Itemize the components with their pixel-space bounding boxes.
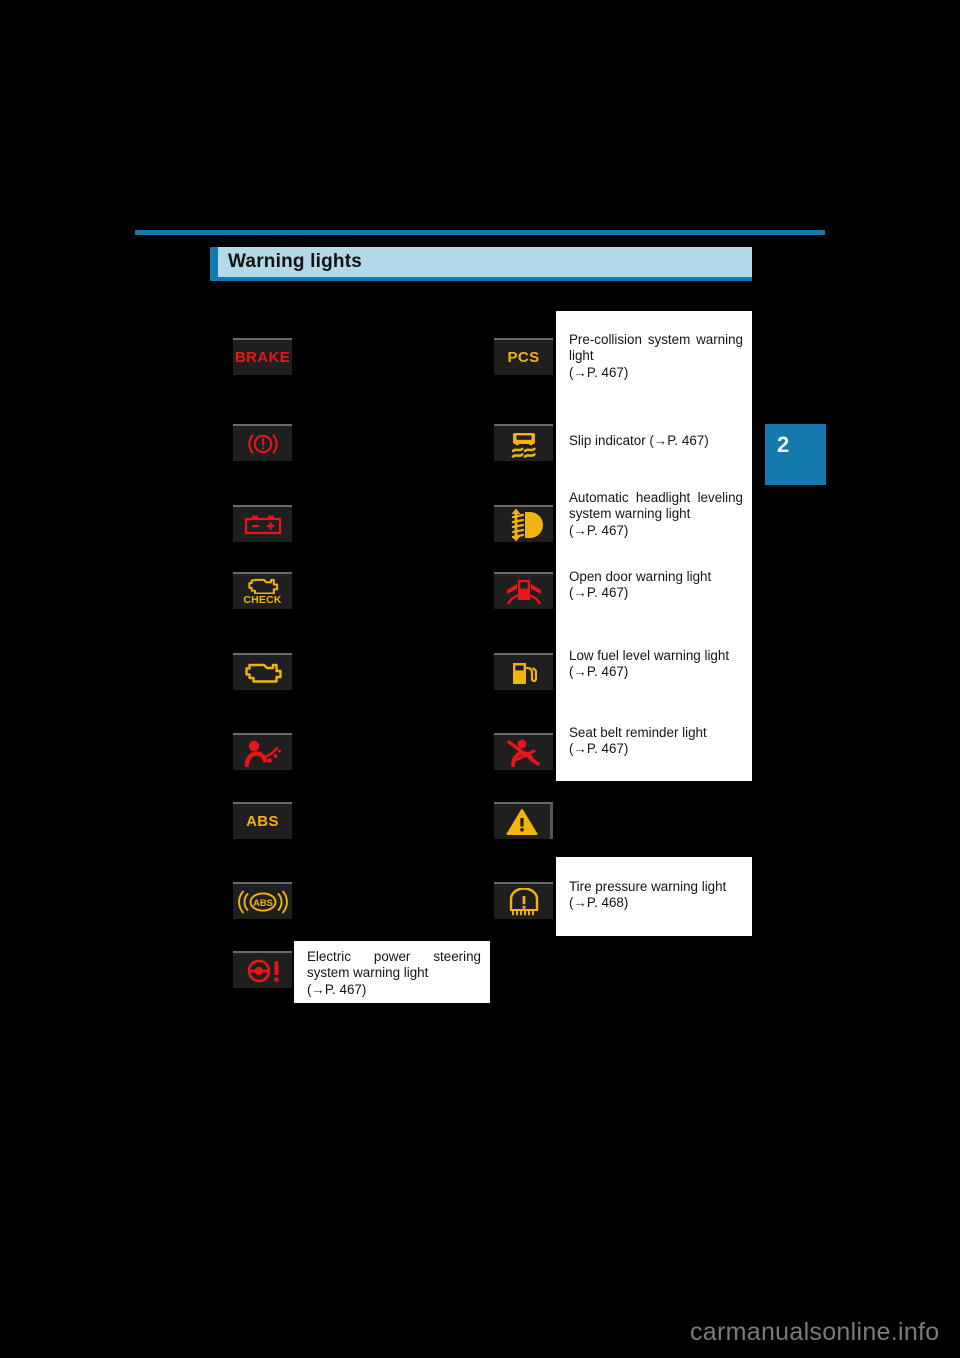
description-open-door: Open door warning light (→P. 467) — [569, 569, 745, 602]
master-warning-light-icon — [494, 802, 553, 839]
header-rule — [135, 230, 825, 235]
charging-system-warning-light-icon — [233, 505, 292, 542]
engine-check-label: CHECK — [243, 594, 282, 607]
section-title-bar: Warning lights — [210, 247, 752, 277]
description-slip-indicator-label: Slip indicator (→P. 467) — [569, 433, 709, 448]
brake-system-glyph — [247, 433, 278, 454]
malfunction-indicator-lamp-icon — [233, 653, 292, 690]
description-seat-belt-label: Seat belt reminder light — [569, 725, 707, 740]
description-seat-belt-reference: (→P. 467) — [569, 741, 629, 757]
description-tire-pressure-panel: Tire pressure warning light (→P. 468) — [556, 857, 752, 936]
description-electric-power-steering-panel: Electric power steering system warning l… — [294, 941, 490, 1003]
open-door-warning-light-icon — [494, 572, 553, 609]
headlight-level-glyph — [511, 508, 543, 541]
battery-glyph — [244, 515, 281, 534]
chapter-tab-number: 2 — [777, 432, 790, 457]
pcs-warning-light-label: PCS — [507, 349, 540, 366]
slip-glyph — [511, 432, 536, 458]
description-pre-collision-reference: (→P. 467) — [569, 364, 629, 380]
open-door-glyph — [506, 579, 541, 605]
steering-wheel-glyph — [247, 959, 278, 982]
seat-belt-reminder-light-icon — [494, 733, 553, 770]
description-slip-indicator: Slip indicator (→P. 467) — [569, 433, 745, 449]
description-low-fuel-label: Low fuel level warning light — [569, 648, 730, 663]
seatbelt-glyph — [506, 739, 540, 767]
site-watermark: carmanualsonline.info — [690, 1318, 940, 1346]
headlight-leveling-warning-light-icon — [494, 505, 553, 542]
srs-airbag-warning-light-icon — [233, 733, 292, 770]
slip-indicator-icon — [494, 424, 553, 461]
section-title-accent — [210, 247, 218, 277]
description-open-door-reference: (→P. 467) — [569, 585, 629, 601]
description-headlight-leveling-label: Automatic headlight leveling system warn… — [569, 490, 743, 522]
mil-engine-glyph — [244, 663, 282, 683]
manual-page: Warning lights 2 BRAKE CHECK ABS ABS PCS… — [0, 0, 960, 1358]
brake-assist-glyph: ABS — [237, 890, 288, 913]
description-tire-pressure-reference: (→P. 468) — [569, 895, 629, 911]
brake-assist-warning-light-icon: ABS — [233, 882, 292, 919]
tire-pressure-glyph — [509, 887, 538, 915]
section-title-underline — [210, 277, 752, 281]
description-pre-collision: Pre-collision system warning light (→P. … — [569, 332, 743, 381]
description-headlight-leveling: Automatic headlight leveling system warn… — [569, 490, 743, 539]
brake-warning-light-label: BRAKE — [234, 349, 291, 366]
description-low-fuel: Low fuel level warning light (→P. 467) — [569, 648, 747, 681]
engine-glyph — [247, 579, 278, 595]
description-electric-power-steering-reference: (→P. 467) — [307, 981, 367, 997]
warning-triangle-glyph — [506, 808, 538, 835]
electric-power-steering-warning-light-icon — [233, 951, 292, 988]
pre-collision-system-warning-light-icon: PCS — [494, 338, 553, 375]
abs-warning-light-label: ABS — [246, 813, 279, 830]
fuel-pump-glyph — [512, 662, 537, 684]
description-pre-collision-label: Pre-collision system warning light — [569, 332, 743, 364]
description-open-door-label: Open door warning light — [569, 569, 712, 584]
tire-pressure-warning-light-icon — [494, 882, 553, 919]
engine-check-warning-light-icon: CHECK — [233, 572, 292, 609]
description-seat-belt: Seat belt reminder light (→P. 467) — [569, 725, 743, 758]
brake-system-warning-light-icon — [233, 424, 292, 461]
chapter-tab: 2 — [765, 424, 826, 485]
description-low-fuel-reference: (→P. 467) — [569, 664, 629, 680]
airbag-glyph — [244, 740, 281, 767]
svg-text:ABS: ABS — [253, 897, 273, 908]
description-tire-pressure-label: Tire pressure warning light — [569, 879, 727, 894]
low-fuel-level-warning-light-icon — [494, 653, 553, 690]
brake-warning-light-icon: BRAKE — [233, 338, 292, 375]
right-descriptions-panel: Pre-collision system warning light (→P. … — [556, 311, 752, 781]
description-electric-power-steering-label: Electric power steering system warning l… — [307, 949, 481, 981]
description-headlight-leveling-reference: (→P. 467) — [569, 522, 629, 538]
page-title: Warning lights — [228, 251, 363, 272]
abs-warning-light-icon: ABS — [233, 802, 292, 839]
